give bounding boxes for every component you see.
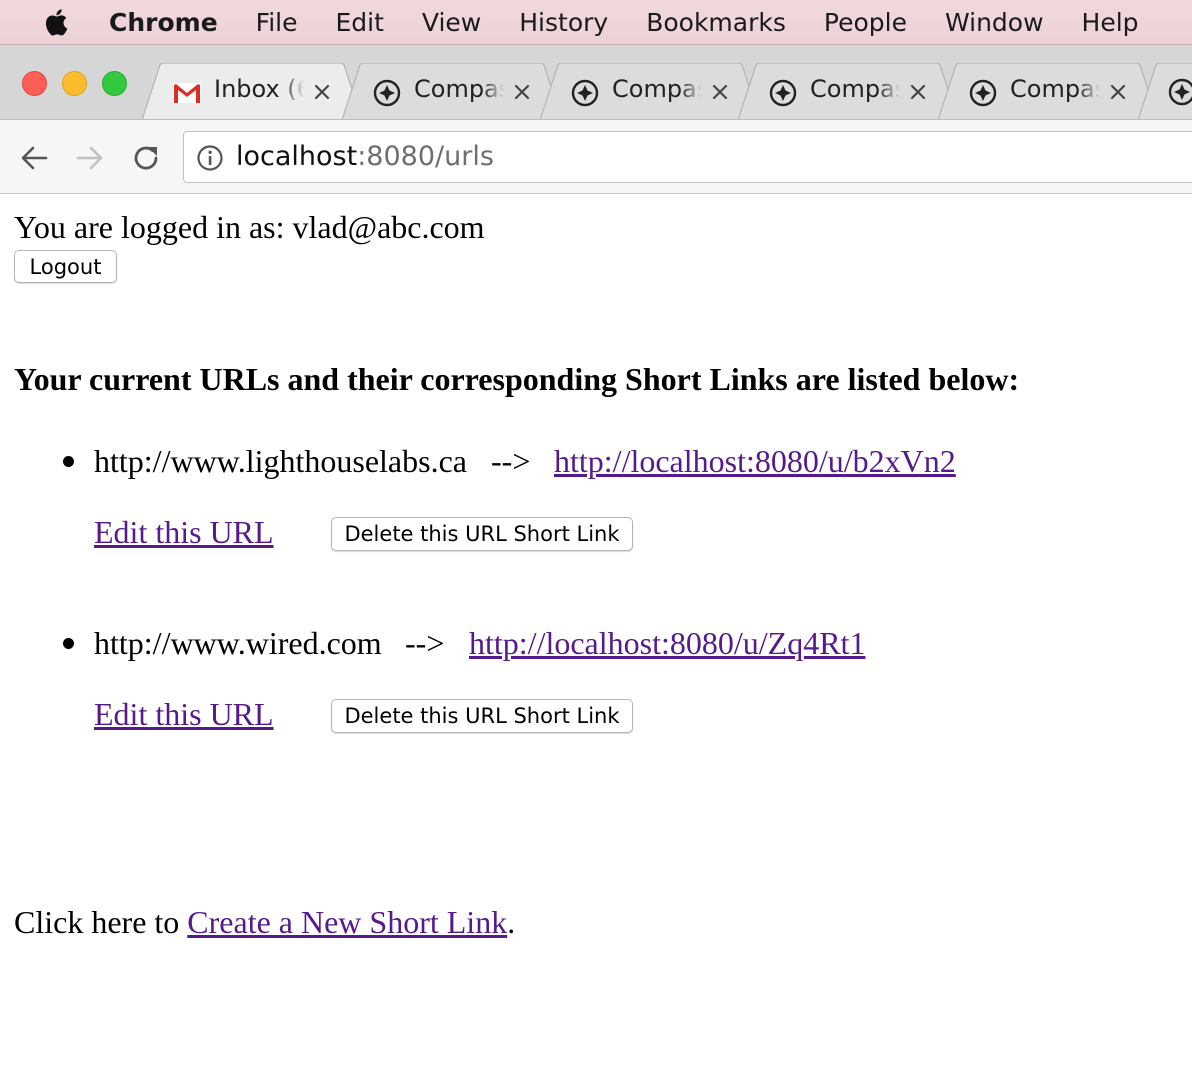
tab-compass-2[interactable]: Compas [540, 63, 764, 119]
back-arrow-icon [21, 146, 48, 170]
menu-view[interactable]: View [422, 8, 481, 37]
create-short-link-link[interactable]: Create a New Short Link [187, 904, 507, 940]
reload-button[interactable] [129, 141, 163, 175]
tab-close-icon[interactable] [710, 82, 730, 102]
menu-app-name[interactable]: Chrome [109, 8, 218, 37]
compass-icon [968, 78, 998, 108]
forward-arrow-icon [76, 146, 103, 170]
tab-compass-4[interactable]: Compas [938, 63, 1162, 119]
address-host: localhost [236, 141, 358, 172]
tab-compass-3[interactable]: Compas [738, 63, 962, 119]
long-url: http://www.lighthouselabs.ca [94, 443, 467, 479]
tab-compass-1[interactable]: Compas [342, 63, 566, 119]
info-icon[interactable] [196, 144, 224, 172]
footer-prefix: Click here to [14, 904, 188, 940]
forward-button[interactable] [73, 141, 107, 175]
menu-bookmarks[interactable]: Bookmarks [646, 8, 786, 37]
window-minimize-button[interactable] [62, 71, 87, 96]
arrow-text: --> [491, 443, 531, 479]
compass-icon [1168, 78, 1192, 106]
menu-file[interactable]: File [256, 8, 298, 37]
tab-close-icon[interactable] [512, 82, 532, 102]
compass-icon [372, 78, 402, 108]
logged-in-text: You are logged in as: vlad@abc.com [14, 209, 485, 245]
edit-url-link[interactable]: Edit this URL [94, 514, 274, 551]
logout-button[interactable]: Logout [14, 250, 117, 283]
window-maximize-button[interactable] [102, 71, 127, 96]
footer-text: Click here to Create a New Short Link. [14, 904, 515, 941]
tab-strip: Inbox (6 Compas Compas Compas Compas [0, 45, 1192, 120]
compass-icon [570, 78, 600, 108]
menu-people[interactable]: People [824, 8, 907, 37]
gmail-icon [172, 78, 202, 108]
address-url[interactable]: localhost:8080/urls [236, 141, 494, 172]
tab-close-icon[interactable] [312, 82, 332, 102]
window-close-button[interactable] [22, 71, 47, 96]
list-bullet [63, 638, 74, 649]
tab-title: Compas [810, 75, 900, 103]
menu-window[interactable]: Window [945, 8, 1044, 37]
tab-close-icon[interactable] [908, 82, 928, 102]
delete-short-link-button[interactable]: Delete this URL Short Link [331, 699, 633, 733]
edit-url-link[interactable]: Edit this URL [94, 696, 274, 733]
reload-icon [134, 146, 158, 170]
menu-bar: Chrome File Edit View History Bookmarks … [0, 0, 1192, 45]
long-url: http://www.wired.com [94, 625, 382, 661]
tab-partial[interactable] [1138, 63, 1192, 119]
tab-title: Compas [612, 75, 702, 103]
page-heading: Your current URLs and their correspondin… [14, 361, 1020, 397]
list-bullet [63, 456, 74, 467]
tab-title: Inbox (6 [214, 75, 304, 103]
menu-edit[interactable]: Edit [336, 8, 384, 37]
address-path: :8080/urls [357, 141, 494, 172]
back-button[interactable] [17, 141, 51, 175]
page-content: You are logged in as: vlad@abc.com Logou… [0, 195, 1192, 1080]
tab-close-icon[interactable] [1108, 82, 1128, 102]
footer-suffix: . [507, 904, 516, 940]
compass-icon [768, 78, 798, 108]
menu-history[interactable]: History [519, 8, 608, 37]
short-url-link[interactable]: http://localhost:8080/u/b2xVn2 [554, 443, 956, 480]
address-bar[interactable]: localhost:8080/urls [183, 131, 1192, 183]
tab-title: Compas [1010, 75, 1100, 103]
menu-help[interactable]: Help [1082, 8, 1139, 37]
browser-toolbar: localhost:8080/urls [0, 120, 1192, 194]
tab-inbox[interactable]: Inbox (6 [142, 63, 366, 119]
tab-title: Compas [414, 75, 504, 103]
delete-short-link-button[interactable]: Delete this URL Short Link [331, 517, 633, 551]
apple-logo-icon[interactable] [40, 5, 70, 39]
arrow-text: --> [405, 625, 445, 661]
short-url-link[interactable]: http://localhost:8080/u/Zq4Rt1 [469, 625, 865, 662]
